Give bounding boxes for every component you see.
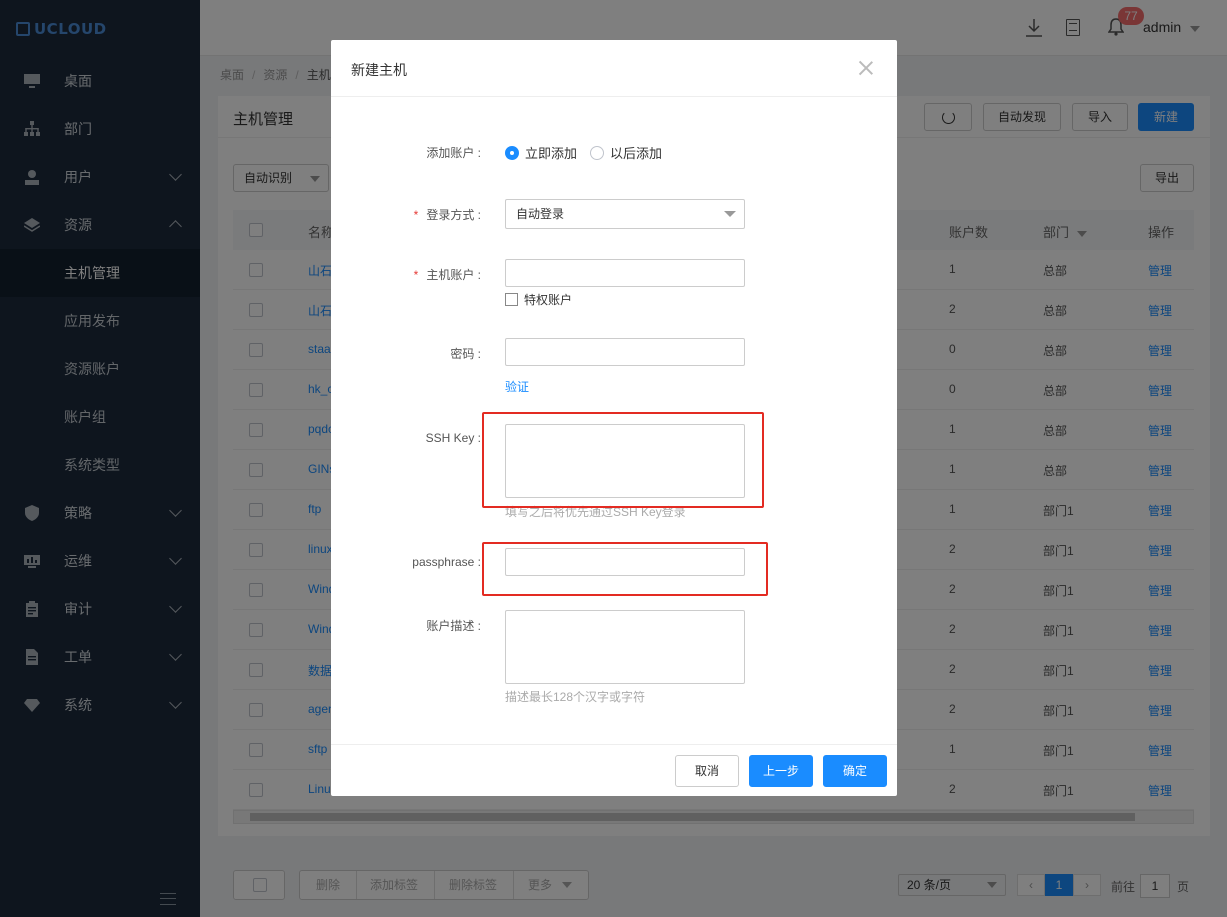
dialog-footer: 取消 上一步 确定	[331, 744, 897, 796]
dialog-title: 新建主机	[351, 62, 407, 78]
verify-link[interactable]: 验证	[505, 378, 529, 395]
radio-checked-icon	[505, 145, 519, 160]
required-mark: *	[413, 268, 419, 282]
host-account-label: * 主机账户 :	[331, 266, 481, 283]
password-input[interactable]	[505, 338, 745, 366]
required-mark: *	[413, 208, 419, 222]
checkbox-box	[505, 293, 518, 306]
caret-down-icon	[724, 211, 736, 217]
password-label: 密码 :	[450, 347, 481, 361]
radio-add-now[interactable]: 立即添加	[505, 143, 577, 162]
description-label: 账户描述 :	[426, 619, 481, 633]
privileged-account-checkbox[interactable]: 特权账户	[505, 291, 572, 308]
new-host-dialog: 新建主机 添加账户 : 立即添加 以后添加 * 登录方式 : 自动登录 * 主机账户…	[331, 40, 897, 796]
cancel-button[interactable]: 取消	[675, 755, 739, 787]
confirm-button[interactable]: 确定	[823, 755, 887, 787]
description-textarea[interactable]	[505, 610, 745, 684]
login-method-value: 自动登录	[516, 207, 565, 221]
add-account-label: 添加账户 :	[426, 146, 481, 160]
login-method-select[interactable]: 自动登录	[505, 199, 745, 229]
ssh-key-label: SSH Key :	[425, 431, 481, 445]
checkbox-label: 特权账户	[524, 293, 573, 307]
radio-label: 立即添加	[525, 146, 578, 161]
highlight-box-ssh-key	[482, 412, 764, 508]
prev-step-button[interactable]: 上一步	[749, 755, 813, 787]
radio-unchecked-icon	[590, 145, 604, 160]
description-hint: 描述最长128个汉字或字符	[505, 690, 646, 704]
login-method-label-text: 登录方式 :	[426, 208, 481, 222]
host-account-input[interactable]	[505, 259, 745, 287]
radio-add-later[interactable]: 以后添加	[590, 143, 662, 162]
host-account-label-text: 主机账户 :	[426, 268, 481, 282]
close-icon[interactable]	[858, 60, 874, 76]
login-method-label: * 登录方式 :	[331, 206, 481, 223]
radio-label: 以后添加	[610, 146, 663, 161]
highlight-box-passphrase	[482, 542, 768, 596]
passphrase-label: passphrase :	[412, 555, 481, 569]
dialog-header: 新建主机	[331, 40, 897, 97]
